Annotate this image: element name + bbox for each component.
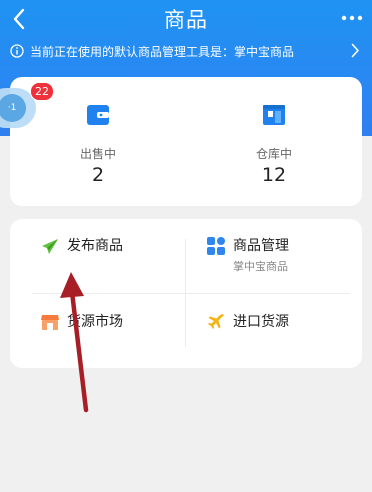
tool-label: 货源市场 xyxy=(67,314,123,330)
storefront-icon xyxy=(40,312,60,332)
tool-label: 进口货源 xyxy=(233,314,289,330)
tool-label: 商品管理 xyxy=(233,238,289,254)
horizontal-divider xyxy=(32,293,350,294)
page-title: 商品 xyxy=(164,8,208,32)
tool-label: 发布商品 xyxy=(67,238,123,254)
wallet-icon xyxy=(86,103,110,129)
notice-text: 当前正在使用的默认商品管理工具是：掌中宝商品 xyxy=(30,44,295,59)
tools-card: 发布商品 商品管理 掌中宝商品 货源市场 进口货源 xyxy=(10,219,362,368)
stat-value: 2 xyxy=(91,164,105,186)
stat-label: 仓库中 xyxy=(255,147,292,161)
supply-market-button[interactable]: 货源市场 xyxy=(40,312,170,336)
tool-sublabel: 掌中宝商品 xyxy=(233,260,288,273)
import-supply-button[interactable]: 进口货源 xyxy=(206,312,346,336)
more-button[interactable] xyxy=(338,8,366,28)
default-tool-notice[interactable]: 当前正在使用的默认商品管理工具是：掌中宝商品 xyxy=(0,38,372,64)
notification-badge: 22 xyxy=(30,82,54,101)
warehouse-book-icon xyxy=(262,103,286,129)
more-dots-icon xyxy=(341,15,363,21)
grid-tiles-icon xyxy=(206,236,226,256)
product-management-button[interactable]: 商品管理 掌中宝商品 xyxy=(206,236,346,280)
stat-value: 12 xyxy=(261,164,287,186)
paper-plane-icon xyxy=(40,236,60,256)
airplane-icon xyxy=(206,312,226,332)
info-circle-icon xyxy=(10,44,24,58)
publish-product-button[interactable]: 发布商品 xyxy=(40,236,170,276)
stat-in-warehouse[interactable]: 仓库中 12 xyxy=(186,77,362,206)
stats-card: 出售中 2 仓库中 12 xyxy=(10,77,362,206)
chevron-right-icon xyxy=(351,43,360,58)
stat-label: 出售中 xyxy=(79,147,116,161)
